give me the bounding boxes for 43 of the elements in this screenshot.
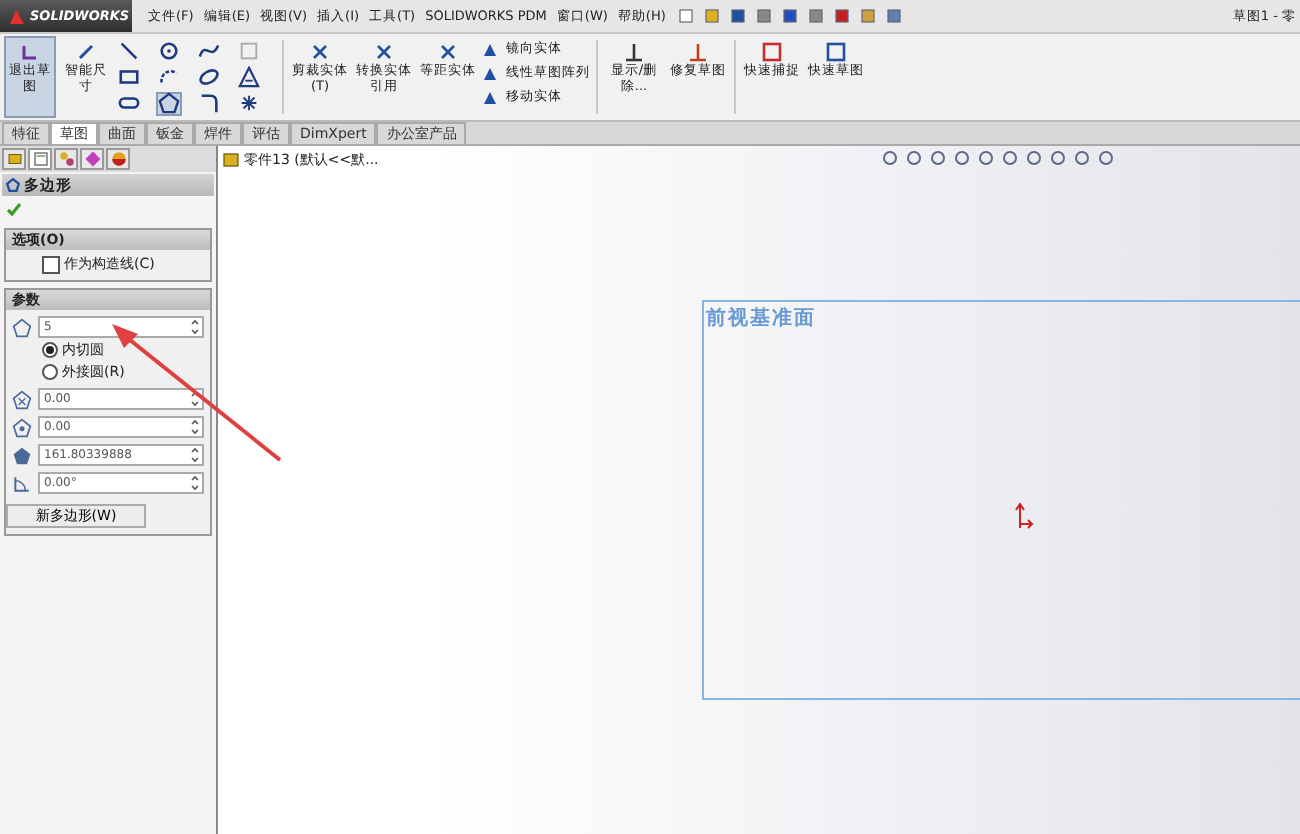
polygon-icon — [158, 92, 180, 114]
circle-icon — [158, 40, 180, 62]
spinner-icon[interactable] — [190, 446, 200, 464]
polygon-icon — [12, 445, 32, 465]
spinner-icon[interactable] — [190, 318, 200, 336]
checkbox[interactable] — [42, 255, 60, 273]
sketch-tool-button[interactable] — [156, 39, 182, 63]
spinner-icon[interactable] — [190, 418, 200, 436]
ellipse-icon — [198, 66, 220, 88]
panel-tab[interactable] — [2, 148, 26, 170]
sketch-tool-button[interactable] — [116, 91, 142, 115]
slot-icon — [118, 92, 140, 114]
logo-icon — [8, 7, 26, 25]
point-icon — [238, 92, 260, 114]
polygon-sides-icon — [12, 317, 32, 337]
angle-icon — [12, 473, 32, 493]
property-tab-icon — [31, 150, 49, 168]
sketch-tool-button[interactable] — [196, 65, 222, 89]
sketch-tool-button[interactable] — [116, 39, 142, 63]
spinner-icon[interactable] — [190, 474, 200, 492]
panel-tab[interactable] — [28, 148, 52, 170]
sketch-tool-button[interactable] — [116, 65, 142, 89]
polygon-icon — [12, 389, 32, 409]
arc-icon — [158, 66, 180, 88]
line-icon — [118, 40, 140, 62]
panel-tab[interactable] — [54, 148, 78, 170]
ok-check-icon[interactable] — [6, 202, 22, 216]
plane-label: 前视基准面 — [706, 305, 816, 332]
polygon-icon — [6, 178, 20, 192]
sketch-tool-button[interactable] — [236, 91, 262, 115]
rectangle-icon — [118, 66, 140, 88]
fillet-icon — [198, 92, 220, 114]
radio-button[interactable] — [42, 364, 58, 380]
polygon-icon — [12, 417, 32, 437]
panel-tab[interactable] — [80, 148, 104, 170]
sketch-tool-button[interactable] — [196, 39, 222, 63]
sketch-tool-button[interactable] — [196, 91, 222, 115]
sketch-tool-button[interactable] — [156, 91, 182, 115]
spline-icon — [198, 40, 220, 62]
panel-tab[interactable] — [106, 148, 130, 170]
spinner-icon[interactable] — [190, 390, 200, 408]
radio-button[interactable] — [42, 342, 58, 358]
origin-icon — [1014, 502, 1034, 530]
